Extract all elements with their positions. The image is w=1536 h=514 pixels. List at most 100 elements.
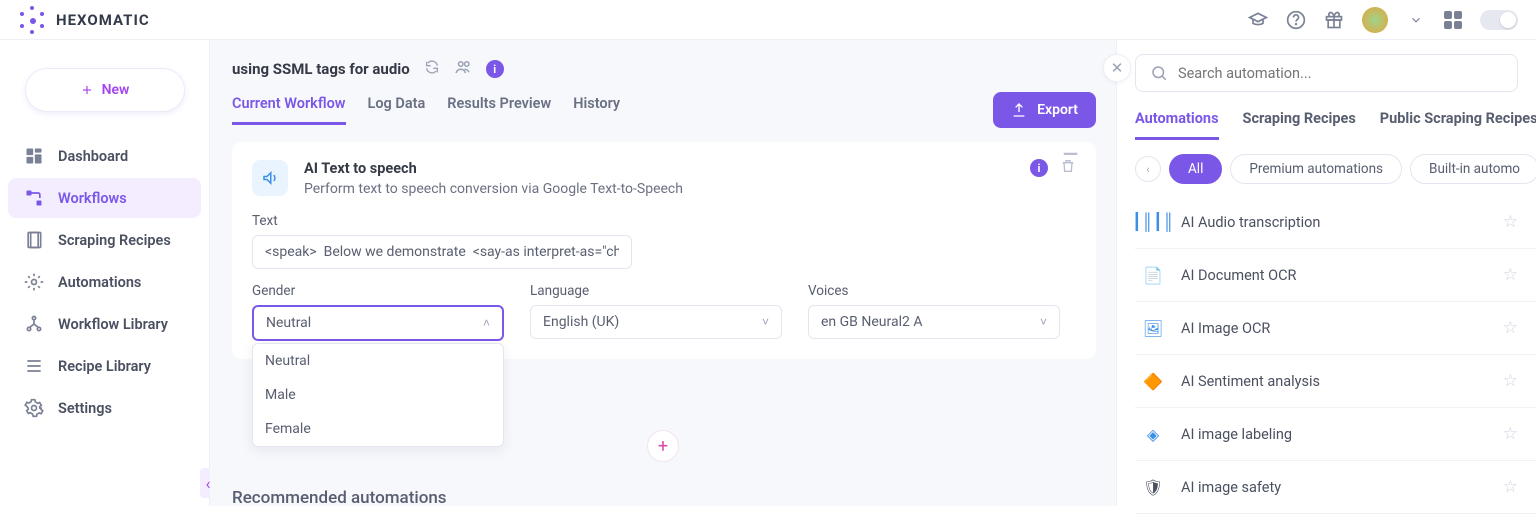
automation-list: ┃║┃║AI Audio transcription☆ 📄AI Document… [1135,196,1536,514]
sidebar-item-label: Settings [58,400,112,417]
sidebar-item-label: Dashboard [58,148,128,165]
sidebar-item-workflow-library[interactable]: Workflow Library [8,304,201,344]
sidebar-item-workflows[interactable]: Workflows [8,178,201,218]
apps-icon[interactable] [1444,11,1462,29]
tab-history[interactable]: History [573,95,620,125]
refresh-icon[interactable] [424,59,440,79]
language-value: English (UK) [543,314,619,330]
top-icons [1248,7,1518,33]
recipe-library-icon [24,356,44,376]
theme-toggle[interactable] [1480,10,1518,30]
main: using SSML tags for audio i Current Work… [210,40,1116,506]
tab-current-workflow[interactable]: Current Workflow [232,95,346,125]
close-panel-icon[interactable]: ✕ [1103,54,1131,82]
gender-value: Neutral [266,315,311,331]
star-icon[interactable]: ☆ [1503,212,1518,232]
list-item[interactable]: ◈AI image labeling☆ [1135,408,1536,461]
language-label: Language [530,283,782,299]
recommended-header: Recommended automations [232,488,447,506]
gender-select[interactable]: Neutral ˄ [252,305,504,341]
workflow-title: using SSML tags for audio [232,60,410,78]
pill-premium[interactable]: Premium automations [1230,154,1402,184]
search-icon [1150,64,1168,82]
pills-prev-icon[interactable]: ‹ [1135,156,1161,182]
recipes-icon [24,230,44,250]
safety-icon: 🛡 [1141,475,1165,499]
list-item[interactable]: 🛡AI image safety☆ [1135,461,1536,514]
hexomatic-mark-icon [18,6,46,34]
gender-option[interactable]: Male [253,378,503,412]
sidebar-item-recipe-library[interactable]: Recipe Library [8,346,201,386]
gender-option[interactable]: Neutral [253,344,503,378]
sidebar-item-settings[interactable]: Settings [8,388,201,428]
sidebar-item-scraping-recipes[interactable]: Scraping Recipes [8,220,201,260]
panel-tab-public[interactable]: Public Scraping Recipes [1380,110,1536,140]
pill-all[interactable]: All [1169,154,1222,184]
gender-dropdown: Neutral Male Female [252,343,504,447]
workflows-icon [24,188,44,208]
sentiment-icon: 🔶 [1141,369,1165,393]
panel-tab-automations[interactable]: Automations [1135,110,1219,140]
gift-icon[interactable] [1324,10,1344,30]
sidebar-item-label: Workflow Library [58,316,168,333]
list-item[interactable]: 🖼AI Image OCR☆ [1135,302,1536,355]
gear-icon [24,398,44,418]
search-bar[interactable] [1135,54,1518,92]
star-icon[interactable]: ☆ [1503,318,1518,338]
list-item[interactable]: 🔶AI Sentiment analysis☆ [1135,355,1536,408]
tab-results-preview[interactable]: Results Preview [447,95,551,125]
export-button[interactable]: Export [993,92,1096,128]
avatar[interactable] [1362,7,1388,33]
star-icon[interactable]: ☆ [1503,477,1518,497]
tts-icon [252,160,288,196]
export-label: Export [1037,102,1078,118]
search-input[interactable] [1178,65,1503,82]
chevron-down-icon[interactable] [1406,10,1426,30]
automations-icon [24,272,44,292]
chevron-down-icon: ˅ [1040,315,1047,329]
side-panel: ✕ Automations Scraping Recipes Public Sc… [1116,40,1536,506]
star-icon[interactable]: ☆ [1503,265,1518,285]
pill-builtin[interactable]: Built-in automo [1410,154,1536,184]
academy-icon[interactable] [1248,10,1268,30]
star-icon[interactable]: ☆ [1503,371,1518,391]
gender-option[interactable]: Female [253,412,503,446]
plus-icon [80,83,94,97]
info-icon[interactable]: i [486,60,504,78]
dashboard-icon [24,146,44,166]
tab-log-data[interactable]: Log Data [368,95,426,125]
new-button[interactable]: New [25,68,185,112]
add-step-button[interactable]: + [647,430,679,462]
text-label: Text [252,213,1076,229]
gender-label: Gender [252,283,504,299]
sidebar-item-automations[interactable]: Automations [8,262,201,302]
sidebar-item-label: Recipe Library [58,358,151,375]
image-ocr-icon: 🖼 [1141,316,1165,340]
list-item[interactable]: 📄AI Document OCR☆ [1135,249,1536,302]
step-info-icon[interactable]: i [1030,159,1048,177]
workflow-tabs: Current Workflow Log Data Results Previe… [232,95,620,125]
sidebar-item-label: Automations [58,274,141,291]
list-item[interactable]: ┃║┃║AI Audio transcription☆ [1135,196,1536,249]
brand-name: HEXOMATIC [56,11,150,29]
sidebar-item-dashboard[interactable]: Dashboard [8,136,201,176]
brand-logo[interactable]: HEXOMATIC [18,6,150,34]
voices-select[interactable]: en GB Neural2 A ˅ [808,305,1060,339]
help-icon[interactable] [1286,10,1306,30]
share-icon[interactable] [454,58,472,80]
step-description: Perform text to speech conversion via Go… [304,181,683,197]
text-input[interactable] [252,235,632,269]
star-icon[interactable]: ☆ [1503,424,1518,444]
delete-step-icon[interactable] [1060,158,1076,178]
label-icon: ◈ [1141,422,1165,446]
sidebar-item-label: Workflows [58,190,127,207]
topbar: HEXOMATIC [0,0,1536,40]
language-select[interactable]: English (UK) ˅ [530,305,782,339]
step-title: AI Text to speech [304,160,683,177]
voices-value: en GB Neural2 A [821,314,922,330]
step-card: — AI Text to speech Perform text to spee… [232,142,1096,359]
panel-tab-scraping[interactable]: Scraping Recipes [1243,110,1356,140]
workflow-library-icon [24,314,44,334]
chevron-down-icon: ˅ [762,315,769,329]
audio-wave-icon: ┃║┃║ [1141,210,1165,234]
